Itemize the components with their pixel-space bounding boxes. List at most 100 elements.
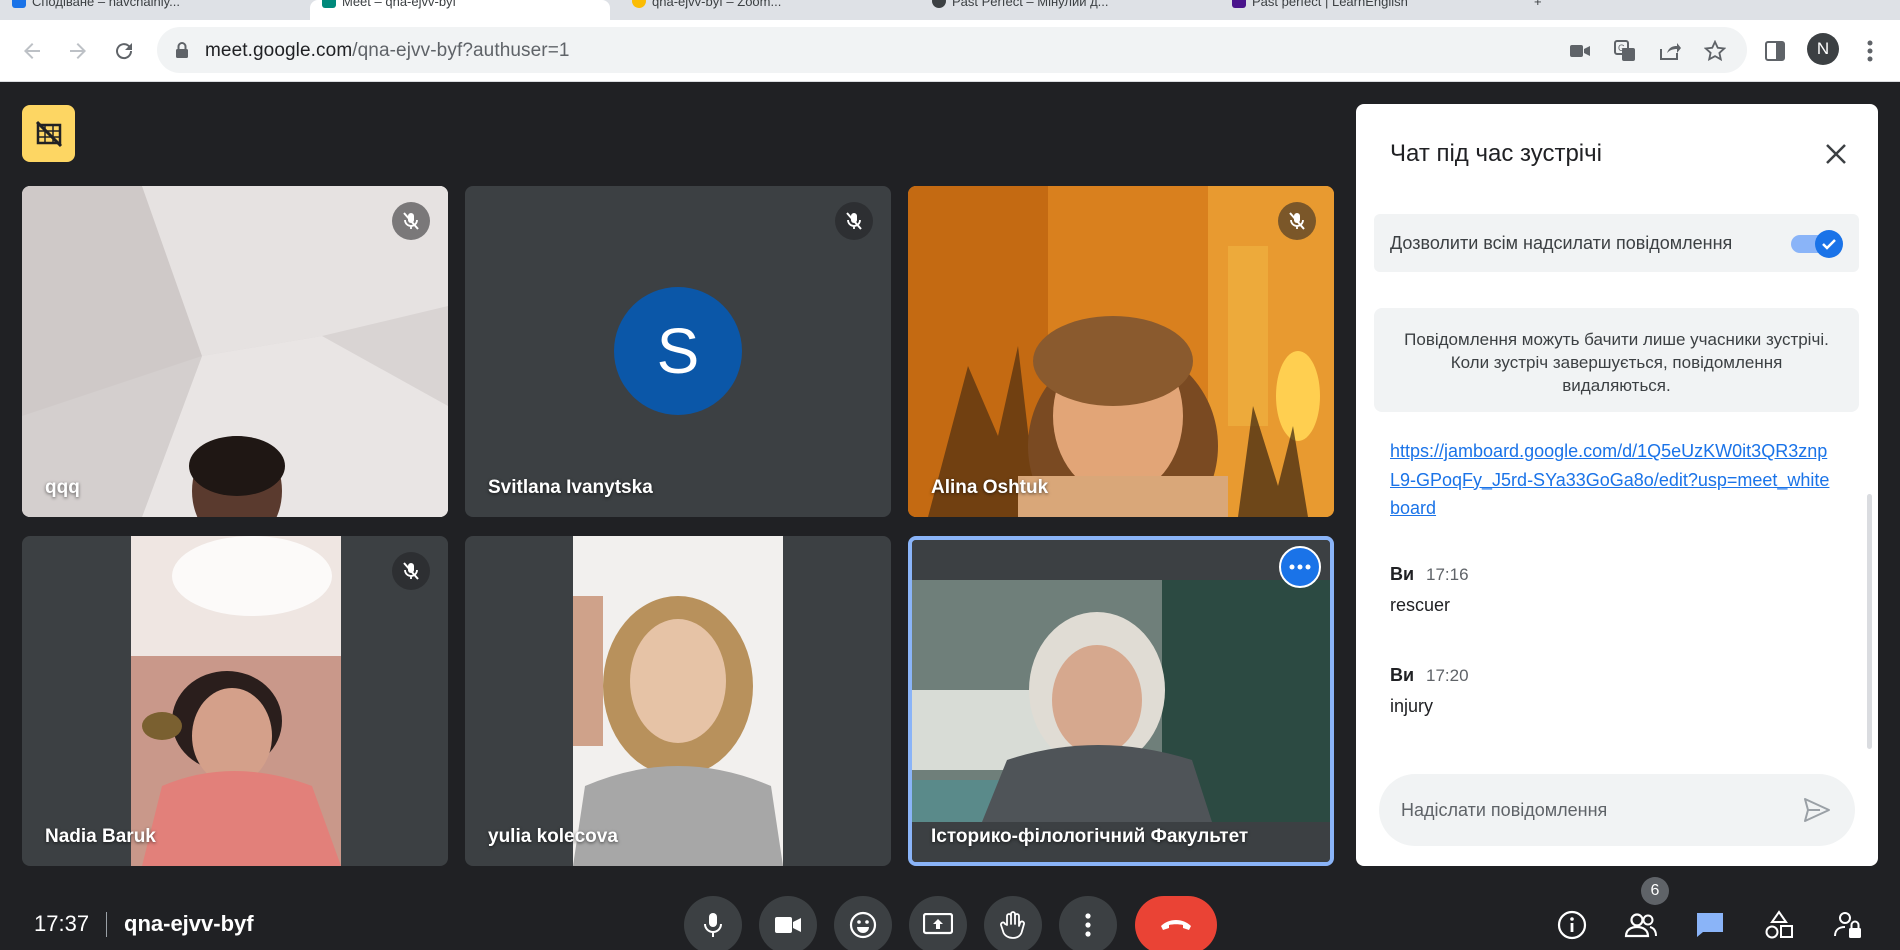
info-icon bbox=[1557, 910, 1587, 940]
browser-tab[interactable]: Past perfect | LearnEnglish ✕ bbox=[1220, 0, 1510, 20]
more-horizontal-icon bbox=[1289, 564, 1311, 570]
send-message-button[interactable] bbox=[1799, 792, 1835, 828]
microphone-button[interactable] bbox=[684, 896, 742, 950]
participant-video bbox=[573, 536, 783, 866]
activities-button[interactable] bbox=[1759, 905, 1799, 945]
new-tab-button[interactable]: + bbox=[1520, 0, 1560, 20]
participant-tile[interactable]: Alina Oshtuk bbox=[908, 186, 1334, 517]
translate-icon[interactable]: G bbox=[1612, 38, 1638, 64]
leave-call-button[interactable] bbox=[1135, 896, 1217, 950]
profile-avatar[interactable]: N bbox=[1807, 33, 1839, 65]
more-vertical-icon bbox=[1085, 913, 1091, 937]
participant-video bbox=[131, 536, 341, 866]
raise-hand-icon bbox=[1000, 911, 1025, 939]
message-sender: Ви bbox=[1390, 665, 1415, 685]
side-panel-icon[interactable] bbox=[1760, 36, 1790, 66]
people-icon bbox=[1624, 913, 1657, 938]
close-icon bbox=[1826, 144, 1846, 164]
check-icon bbox=[1822, 239, 1836, 250]
lock-person-icon bbox=[1834, 912, 1861, 938]
tab-label: qna-ejvv-byf – Zoom... bbox=[652, 0, 782, 9]
reload-button[interactable] bbox=[108, 35, 140, 67]
tab-favicon bbox=[12, 0, 26, 8]
participant-tile[interactable]: yulia kolecova bbox=[465, 536, 891, 866]
chat-privacy-notice: Повідомлення можуть бачити лише учасники… bbox=[1374, 308, 1859, 412]
lock-icon bbox=[175, 41, 189, 64]
participant-tile[interactable]: Nadia Baruk bbox=[22, 536, 448, 866]
raise-hand-button[interactable] bbox=[984, 896, 1042, 950]
tab-label: Past perfect | LearnEnglish bbox=[1252, 0, 1408, 9]
browser-toolbar: meet.google.com/qna-ejvv-byf?authuser=1 … bbox=[0, 20, 1900, 82]
camera-button[interactable] bbox=[759, 896, 817, 950]
forward-button[interactable] bbox=[62, 35, 94, 67]
muted-indicator bbox=[392, 552, 430, 590]
muted-indicator bbox=[835, 202, 873, 240]
message-time: 17:16 bbox=[1426, 565, 1469, 584]
tab-label: Past Perfect – Miнулий д... bbox=[952, 0, 1109, 9]
message-sender: Ви bbox=[1390, 564, 1415, 584]
share-icon[interactable] bbox=[1657, 38, 1683, 64]
tab-favicon bbox=[632, 0, 646, 8]
url-text: meet.google.com/qna-ejvv-byf?authuser=1 bbox=[205, 40, 570, 62]
participant-name: Історико-філологічний Факультет bbox=[931, 826, 1249, 847]
svg-text:G: G bbox=[1618, 43, 1625, 53]
participant-tile[interactable]: qqq bbox=[22, 186, 448, 517]
participant-tile-active[interactable]: Історико-філологічний Факультет bbox=[908, 536, 1334, 866]
muted-indicator bbox=[1278, 202, 1316, 240]
hang-up-icon bbox=[1161, 920, 1191, 930]
message-text: rescuer bbox=[1390, 595, 1451, 615]
meeting-code: qna-ejvv-byf bbox=[124, 911, 254, 936]
forward-arrow-icon bbox=[70, 43, 86, 59]
present-screen-button[interactable] bbox=[909, 896, 967, 950]
tab-favicon bbox=[932, 0, 946, 8]
participant-name: Nadia Baruk bbox=[45, 826, 156, 847]
no-video-badge[interactable] bbox=[22, 105, 75, 162]
activities-shapes-icon bbox=[1765, 910, 1793, 939]
tab-label: Сподіване – navchalniy... bbox=[32, 0, 180, 9]
allow-messages-toggle[interactable] bbox=[1791, 230, 1843, 258]
mic-off-icon bbox=[1289, 212, 1305, 230]
present-screen-icon bbox=[923, 913, 953, 935]
chat-button[interactable] bbox=[1690, 905, 1730, 945]
camera-in-use-icon[interactable] bbox=[1567, 38, 1593, 64]
browser-tab-active[interactable]: Meet – qna-ejvv-byf ✕ bbox=[310, 0, 610, 20]
reactions-button[interactable] bbox=[834, 896, 892, 950]
allow-messages-setting: Дозволити всім надсилати повідомлення bbox=[1374, 214, 1859, 272]
mic-off-icon bbox=[403, 562, 419, 580]
more-options-button[interactable] bbox=[1059, 896, 1117, 950]
people-button[interactable] bbox=[1621, 905, 1661, 945]
participant-avatar: S bbox=[614, 287, 742, 415]
participant-tile[interactable]: S Svitlana Ivanytska bbox=[465, 186, 891, 517]
host-controls-button[interactable] bbox=[1828, 905, 1868, 945]
back-arrow-icon bbox=[24, 43, 40, 59]
chat-panel: Чат під час зустрічі Дозволити всім надс… bbox=[1356, 104, 1878, 866]
participant-video bbox=[908, 186, 1334, 517]
tab-favicon bbox=[322, 0, 336, 8]
message-input[interactable] bbox=[1401, 792, 1781, 828]
participant-name: yulia kolecova bbox=[488, 826, 618, 847]
tile-options-button[interactable] bbox=[1279, 546, 1321, 588]
reload-icon bbox=[116, 43, 133, 60]
browser-tab[interactable]: qna-ejvv-byf – Zoom... ✕ bbox=[620, 0, 910, 20]
browser-menu-icon[interactable] bbox=[1855, 36, 1885, 66]
browser-tab[interactable]: Сподіване – navchalniy... ✕ bbox=[0, 0, 300, 20]
meeting-clock: 17:37 bbox=[34, 911, 90, 936]
bookmark-star-icon[interactable] bbox=[1702, 38, 1728, 64]
bottom-bar-divider bbox=[106, 912, 107, 937]
address-bar[interactable]: meet.google.com/qna-ejvv-byf?authuser=1 … bbox=[157, 27, 1747, 73]
close-chat-button[interactable] bbox=[1816, 134, 1856, 174]
chat-compose-box bbox=[1379, 774, 1855, 846]
toggle-knob bbox=[1815, 230, 1843, 258]
back-button[interactable] bbox=[16, 35, 48, 67]
participant-count-badge: 6 bbox=[1641, 877, 1669, 905]
browser-tab[interactable]: Past Perfect – Miнулий д... ✕ bbox=[920, 0, 1210, 20]
url-host: meet.google.com bbox=[205, 40, 353, 61]
meeting-details-button[interactable] bbox=[1552, 905, 1592, 945]
tab-label: Meet – qna-ejvv-byf bbox=[342, 0, 457, 9]
chat-icon bbox=[1697, 913, 1723, 937]
send-icon bbox=[1804, 798, 1830, 822]
jamboard-link[interactable]: https://jamboard.google.com/d/1Q5eUzKW0i… bbox=[1390, 437, 1835, 523]
participant-name: qqq bbox=[45, 477, 80, 498]
participant-video bbox=[22, 186, 448, 517]
chat-scrollbar[interactable] bbox=[1867, 494, 1872, 749]
